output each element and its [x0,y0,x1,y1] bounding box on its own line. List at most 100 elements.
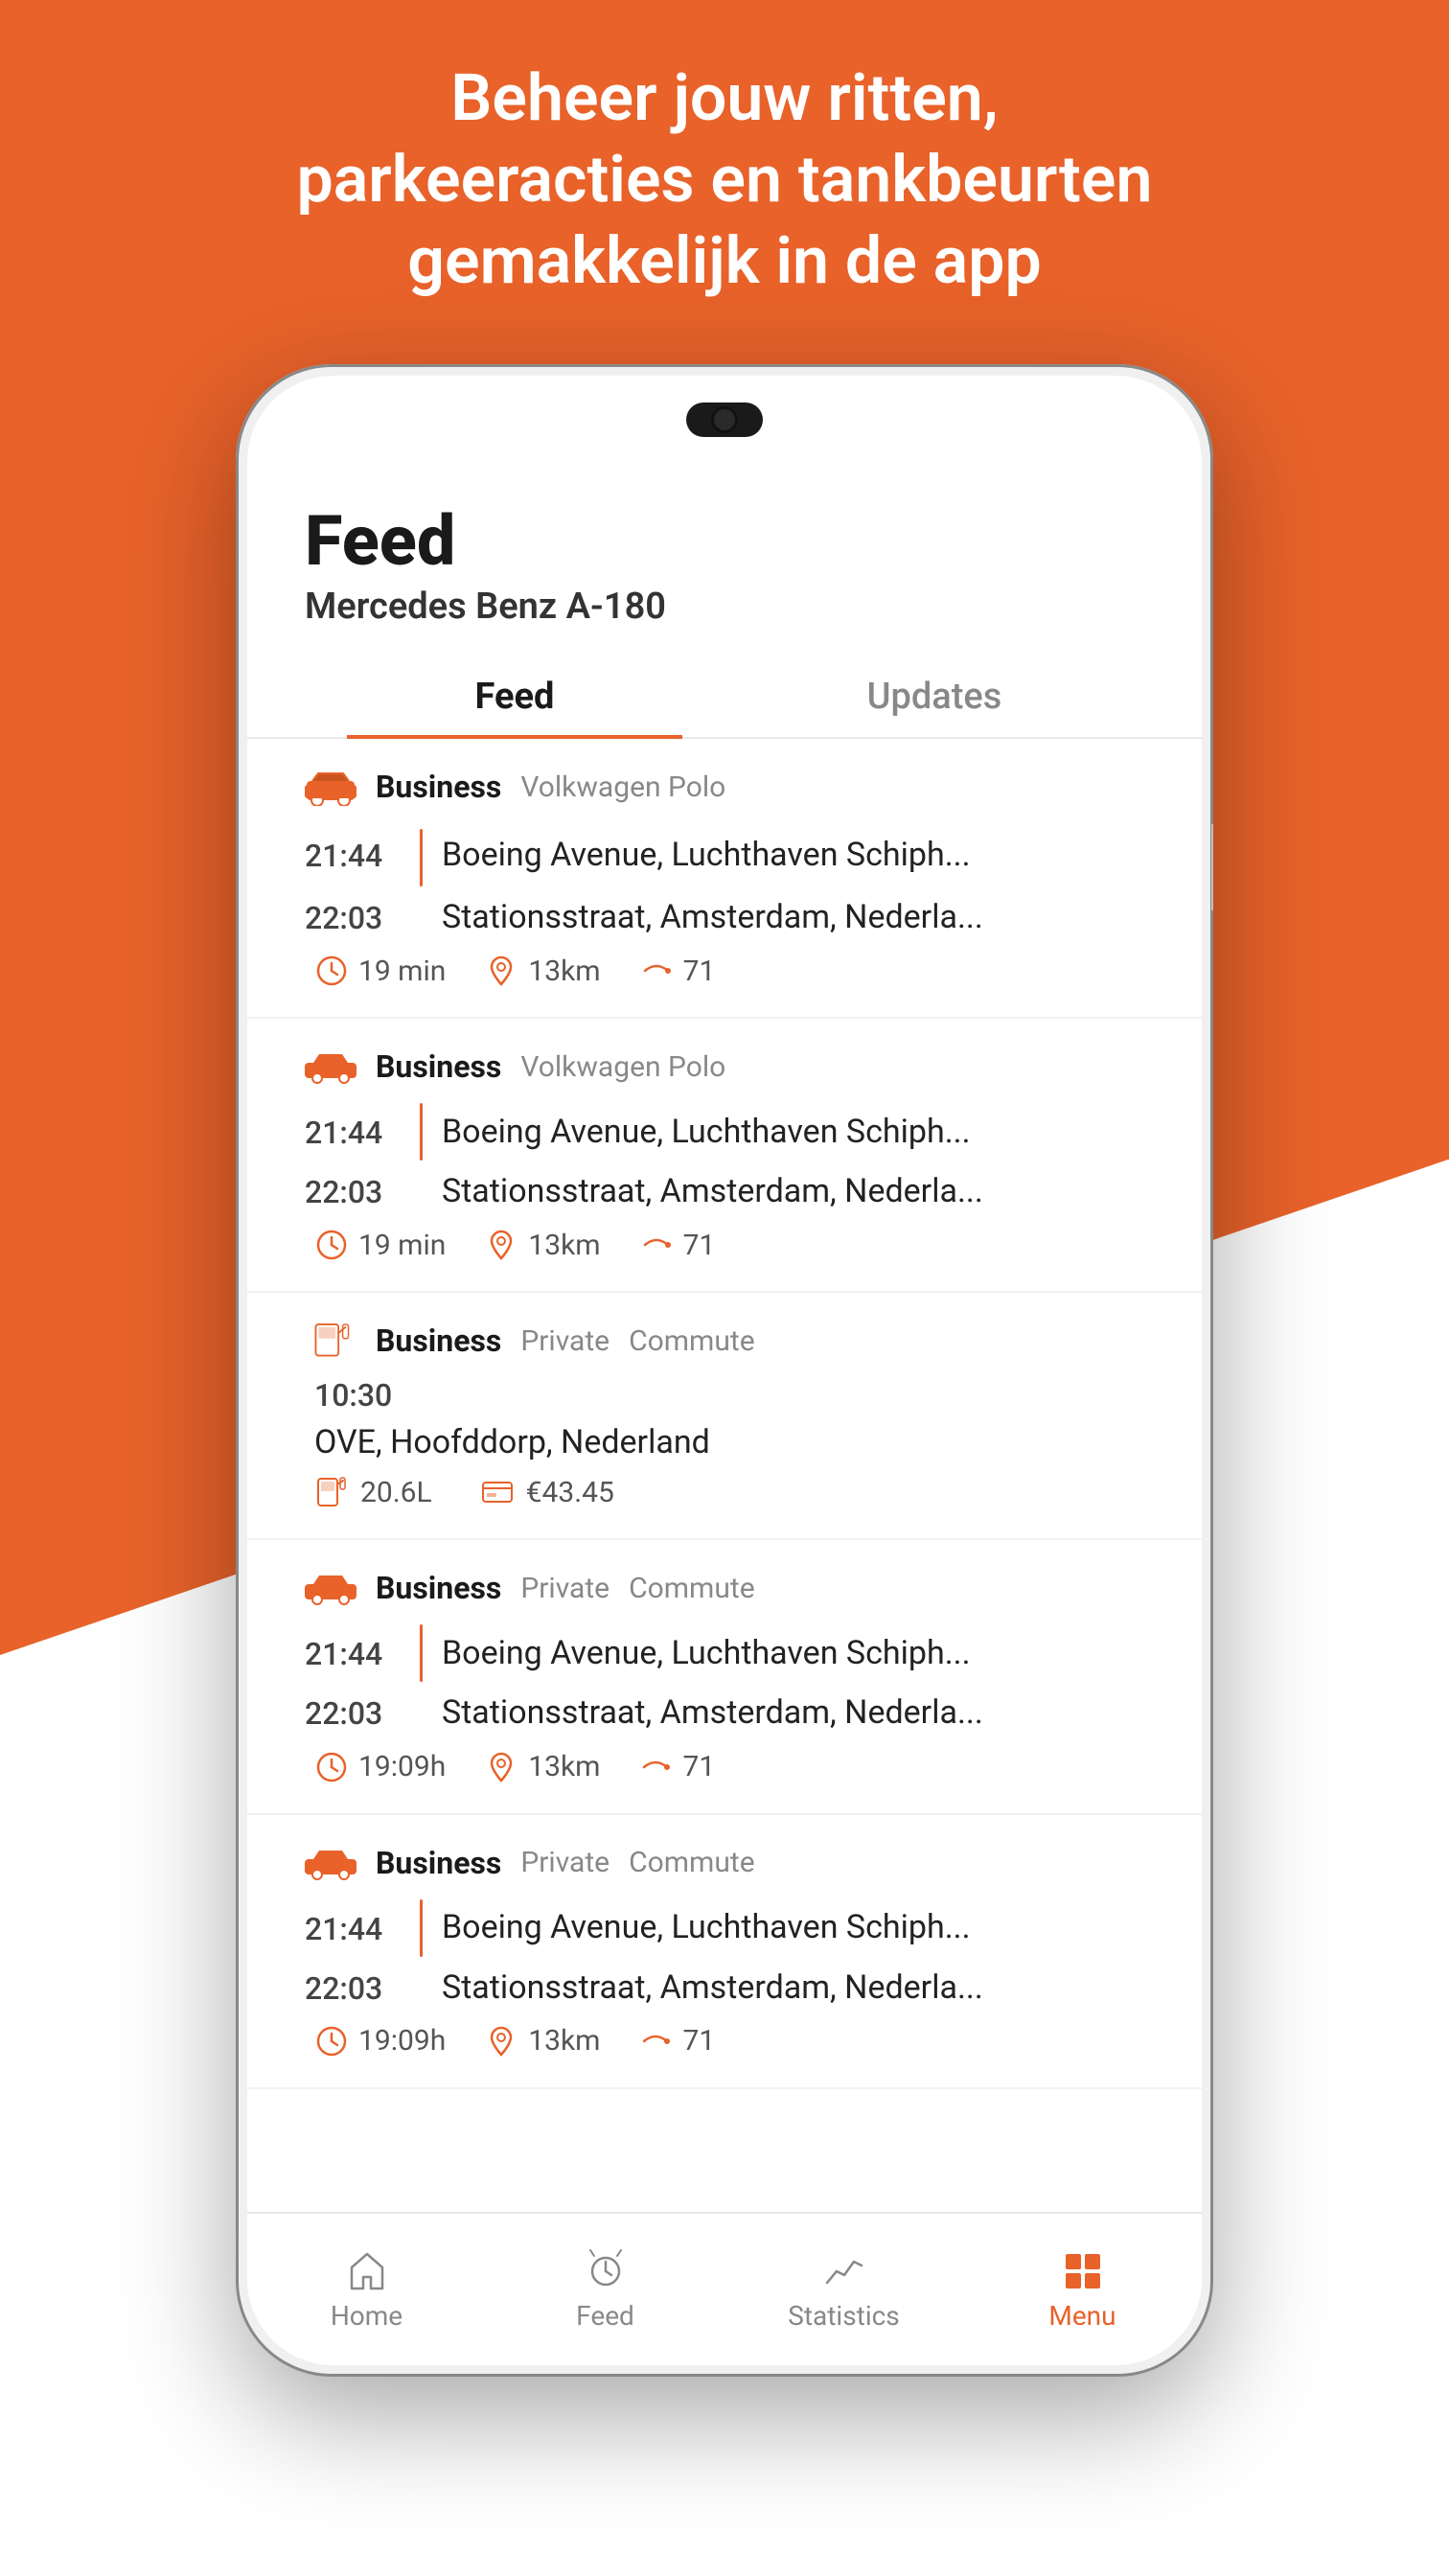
car-icon-4 [305,1569,356,1607]
item3-fuel-details: 10:30 OVE, Hoofddorp, Nederland 20 [314,1377,1144,1509]
item5-time-start: 21:44 [305,1909,401,1947]
clock-icon-4 [314,1750,349,1784]
feed-item-5-header: Business Private Commute [305,1844,1144,1882]
item3-time: 10:30 [314,1377,1144,1414]
feed-item-3[interactable]: Business Private Commute 10:30 OVE, Hoof… [247,1293,1202,1540]
item3-address: OVE, Hoofddorp, Nederland [314,1423,1144,1461]
item4-stats: 19:09h 13km [314,1750,1144,1784]
nav-feed[interactable]: Feed [486,2248,724,2332]
item4-time-start: 21:44 [305,1634,401,1672]
item1-badge: Business [376,769,501,805]
page-title: Feed [305,500,1144,582]
item3-volume: 20.6L [314,1475,432,1509]
bottom-nav: Home Feed [247,2212,1202,2365]
feed-item-3-header: Business Private Commute [305,1322,1144,1360]
nav-menu[interactable]: Menu [963,2248,1202,2332]
item1-addr-end: Stationsstraat, Amsterdam, Nederla... [442,896,1144,938]
route-line-5 [420,1899,423,1957]
item5-stats: 19:09h 13km [314,2024,1144,2058]
route-line-4 [420,1624,423,1682]
item1-stats: 19 min 13km [314,954,1144,988]
item4-label2: Commute [629,1572,755,1605]
item3-label2: Commute [629,1324,755,1358]
item5-addr-end: Stationsstraat, Amsterdam, Nederla... [442,1966,1144,2009]
camera-notch [686,402,763,437]
item5-label2: Commute [629,1846,755,1879]
fuel-icon [305,1322,356,1360]
feed-item-1[interactable]: Business Volkwagen Polo 21:44 Boeing Ave… [247,739,1202,1019]
feed-item-1-header: Business Volkwagen Polo [305,768,1144,806]
item4-badge: Business [376,1570,501,1606]
tab-bar: Feed Updates [247,656,1202,739]
car-icon-2 [305,1047,356,1086]
location-icon-5 [484,2024,518,2058]
tab-updates[interactable]: Updates [724,656,1144,737]
score-icon [639,954,674,988]
vehicle-subtitle: Mercedes Benz A-180 [305,586,1144,628]
nav-menu-label: Menu [1048,2300,1116,2332]
location-icon-2 [484,1228,518,1262]
item5-addr-start: Boeing Avenue, Luchthaven Schiph... [442,1906,1144,1948]
item5-start-row: 21:44 Boeing Avenue, Luchthaven Schiph..… [305,1899,1144,1957]
item1-addr-start: Boeing Avenue, Luchthaven Schiph... [442,834,1144,876]
nav-home[interactable]: Home [247,2248,486,2332]
item1-duration: 19 min [314,954,446,988]
item2-badge: Business [376,1048,501,1085]
item1-vehicle: Volkwagen Polo [520,770,725,804]
item2-route: 21:44 Boeing Avenue, Luchthaven Schiph..… [305,1103,1144,1212]
item1-score: 71 [639,954,716,988]
feed-icon [583,2248,629,2294]
item1-time-start: 21:44 [305,836,401,874]
item3-fuel-stats: 20.6L €43.45 [314,1475,1144,1509]
fuel-volume-icon [314,1475,349,1509]
item2-start-row: 21:44 Boeing Avenue, Luchthaven Schiph..… [305,1103,1144,1161]
side-button [1211,824,1213,910]
item2-score: 71 [639,1228,716,1262]
item5-badge: Business [376,1845,501,1881]
item4-route: 21:44 Boeing Avenue, Luchthaven Schiph..… [305,1624,1144,1734]
menu-icon [1060,2248,1106,2294]
route-line-start [420,823,423,886]
app-header: Feed Mercedes Benz A-180 [247,462,1202,628]
score-icon-5 [638,2024,673,2058]
item4-distance: 13km [484,1750,600,1784]
feed-list: Business Volkwagen Polo 21:44 Boeing Ave… [247,739,1202,2365]
item5-duration: 19:09h [314,2024,446,2058]
feed-item-4[interactable]: Business Private Commute 21:44 Boeing Av… [247,1540,1202,1814]
item5-route: 21:44 Boeing Avenue, Luchthaven Schiph..… [305,1899,1144,2009]
phone-frame: Feed Mercedes Benz A-180 Feed Updates [236,364,1213,2377]
clock-icon-5 [314,2024,349,2058]
item2-end-row: 22:03 Stationsstraat, Amsterdam, Nederla… [305,1170,1144,1212]
feed-item-4-header: Business Private Commute [305,1569,1144,1607]
item5-time-end: 22:03 [305,1968,401,2007]
phone-screen: Feed Mercedes Benz A-180 Feed Updates [247,376,1202,2365]
nav-feed-label: Feed [576,2300,634,2332]
item5-distance: 13km [484,2024,600,2058]
item1-end-row: 22:03 Stationsstraat, Amsterdam, Nederla… [305,896,1144,938]
item4-addr-start: Boeing Avenue, Luchthaven Schiph... [442,1632,1144,1674]
nav-home-label: Home [331,2300,402,2332]
item4-label1: Private [520,1572,610,1605]
car-icon-5 [305,1844,356,1882]
tab-feed[interactable]: Feed [305,656,724,737]
item3-label1: Private [520,1324,610,1358]
item2-vehicle: Volkwagen Polo [520,1050,725,1084]
item1-route: 21:44 Boeing Avenue, Luchthaven Schiph..… [305,823,1144,938]
app-screen: Feed Mercedes Benz A-180 Feed Updates [247,462,1202,2365]
item2-time-end: 22:03 [305,1172,401,1210]
item2-distance: 13km [484,1228,600,1262]
stats-icon [821,2248,867,2294]
item3-badge: Business [376,1322,501,1359]
header-tagline: Beheer jouw ritten, parkeeracties en tan… [0,58,1449,302]
feed-item-5[interactable]: Business Private Commute 21:44 Boeing Av… [247,1815,1202,2089]
item4-addr-end: Stationsstraat, Amsterdam, Nederla... [442,1691,1144,1734]
item2-addr-end: Stationsstraat, Amsterdam, Nederla... [442,1170,1144,1212]
item4-score: 71 [638,1750,715,1784]
item4-end-row: 22:03 Stationsstraat, Amsterdam, Nederla… [305,1691,1144,1734]
score-icon-4 [638,1750,673,1784]
car-icon [305,768,356,806]
clock-icon-2 [314,1228,349,1262]
item2-stats: 19 min 13km [314,1228,1144,1262]
nav-statistics[interactable]: Statistics [724,2248,963,2332]
feed-item-2[interactable]: Business Volkwagen Polo 21:44 Boeing Ave… [247,1019,1202,1293]
